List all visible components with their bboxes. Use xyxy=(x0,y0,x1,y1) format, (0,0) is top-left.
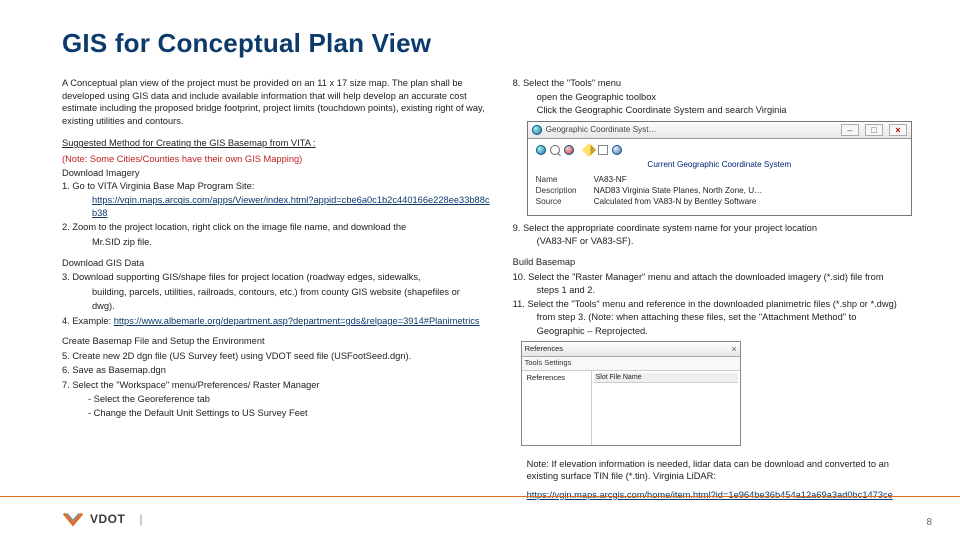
left-column: A Conceptual plan view of the project mu… xyxy=(62,77,495,501)
sub-bullet: - Select the Georeference tab xyxy=(62,393,495,406)
vita-viewer-link[interactable]: https://vgin.maps.arcgis.com/apps/Viewer… xyxy=(92,195,490,218)
list-item: Click the Geographic Coordinate System a… xyxy=(513,104,912,117)
list-item: building, parcels, utilities, railroads,… xyxy=(62,286,495,299)
page-number: 8 xyxy=(926,517,932,528)
steps-list: 10. Select the "Raster Manager" menu and… xyxy=(513,271,912,338)
list-item: 4. Example: https://www.albemarle.org/de… xyxy=(62,315,495,328)
dialog-title: Geographic Coordinate Syst… xyxy=(546,124,657,135)
list-pane: Slot File Name xyxy=(592,371,740,445)
label: Description xyxy=(536,185,594,196)
steps-list: 8. Select the "Tools" menu open the Geog… xyxy=(513,77,912,117)
coord-system-dialog-screenshot: Geographic Coordinate Syst… – □ × xyxy=(527,121,912,216)
tree-item: References xyxy=(524,373,589,383)
list-item: 11. Select the "Tools" menu and referenc… xyxy=(513,298,912,311)
dialog-section-heading: Current Geographic Coordinate System xyxy=(536,159,903,170)
export-icon xyxy=(598,145,608,155)
column-header: Slot File Name xyxy=(594,373,738,383)
maximize-icon: □ xyxy=(865,124,883,136)
list-item: 3. Download supporting GIS/shape files f… xyxy=(62,271,495,284)
dialog-title: References xyxy=(525,344,563,354)
steps-list: 3. Download supporting GIS/shape files f… xyxy=(62,271,495,327)
albemarle-link[interactable]: https://www.albemarle.org/department.asp… xyxy=(114,316,480,326)
globe-icon xyxy=(532,125,542,135)
value: NAD83 Virginia State Planes, North Zone,… xyxy=(594,185,763,196)
close-icon: × xyxy=(889,124,907,136)
list-item: 5. Create new 2D dgn file (US Survey fee… xyxy=(62,350,495,363)
search-icon xyxy=(550,145,560,155)
steps-list: 9. Select the appropriate coordinate sys… xyxy=(513,222,912,248)
list-item: 1. Go to VITA Virginia Base Map Program … xyxy=(62,180,495,193)
list-item: 10. Select the "Raster Manager" menu and… xyxy=(513,271,912,284)
list-item: (VA83-NF or VA83-SF). xyxy=(513,235,912,248)
list-item: Mr.SID zip file. xyxy=(62,236,495,249)
content-columns: A Conceptual plan view of the project mu… xyxy=(62,77,912,501)
globe-icon xyxy=(564,145,574,155)
globe-icon xyxy=(536,145,546,155)
steps-list: 5. Create new 2D dgn file (US Survey fee… xyxy=(62,350,495,392)
list-item: from step 3. (Note: when attaching these… xyxy=(513,311,912,324)
label: Name xyxy=(536,174,594,185)
list-item: 7. Select the "Workspace" menu/Preferenc… xyxy=(62,379,495,392)
window-buttons: – □ × xyxy=(841,124,907,136)
footer-separator: | xyxy=(139,512,142,526)
steps-list: 1. Go to VITA Virginia Base Map Program … xyxy=(62,180,495,249)
list-item: 8. Select the "Tools" menu xyxy=(513,77,912,90)
list-item: Geographic – Reprojected. xyxy=(513,325,912,338)
tree-pane: References xyxy=(522,371,592,445)
list-item: 2. Zoom to the project location, right c… xyxy=(62,221,495,234)
download-imagery-heading: Download Imagery xyxy=(62,167,495,180)
list-item: steps 1 and 2. xyxy=(513,284,912,297)
create-basemap-heading: Create Basemap File and Setup the Enviro… xyxy=(62,335,495,348)
list-item: 9. Select the appropriate coordinate sys… xyxy=(513,222,912,235)
label: Source xyxy=(536,196,594,207)
value: VA83-NF xyxy=(594,174,627,185)
suggested-method-heading: Suggested Method for Creating the GIS Ba… xyxy=(62,137,495,150)
intro-paragraph: A Conceptual plan view of the project mu… xyxy=(62,77,495,127)
references-dialog-screenshot: References × Tools Settings References S… xyxy=(521,341,741,445)
sub-bullet: - Change the Default Unit Settings to US… xyxy=(62,407,495,420)
dialog-titlebar: Geographic Coordinate Syst… – □ × xyxy=(528,122,911,139)
pencil-icon xyxy=(582,143,596,157)
list-item: https://vgin.maps.arcgis.com/apps/Viewer… xyxy=(62,194,495,219)
list-item: 6. Save as Basemap.dgn xyxy=(62,364,495,377)
vdot-logo-icon xyxy=(62,511,84,527)
dialog-body: References Slot File Name xyxy=(522,371,740,445)
note-red: (Note: Some Cities/Counties have their o… xyxy=(62,153,495,166)
list-item: dwg). xyxy=(62,300,495,313)
page-title: GIS for Conceptual Plan View xyxy=(62,28,912,59)
dialog-menu: Tools Settings xyxy=(522,357,740,370)
vdot-logo-text: VDOT xyxy=(90,512,125,526)
dialog-body: Current Geographic Coordinate System Nam… xyxy=(528,139,911,215)
dialog-titlebar: References × xyxy=(522,342,740,357)
minimize-icon: – xyxy=(841,124,859,136)
compass-icon xyxy=(612,145,622,155)
list-item: open the Geographic toolbox xyxy=(513,91,912,104)
document-page: GIS for Conceptual Plan View A Conceptua… xyxy=(0,0,960,540)
right-column: 8. Select the "Tools" menu open the Geog… xyxy=(513,77,912,501)
download-gis-heading: Download GIS Data xyxy=(62,257,495,270)
footer: VDOT | xyxy=(0,496,960,540)
value: Calculated from VA83-N by Bentley Softwa… xyxy=(594,196,757,207)
build-basemap-heading: Build Basemap xyxy=(513,256,912,269)
lidar-note: Note: If elevation information is needed… xyxy=(513,458,912,483)
close-icon: × xyxy=(731,343,736,355)
vdot-logo: VDOT | xyxy=(62,511,142,527)
